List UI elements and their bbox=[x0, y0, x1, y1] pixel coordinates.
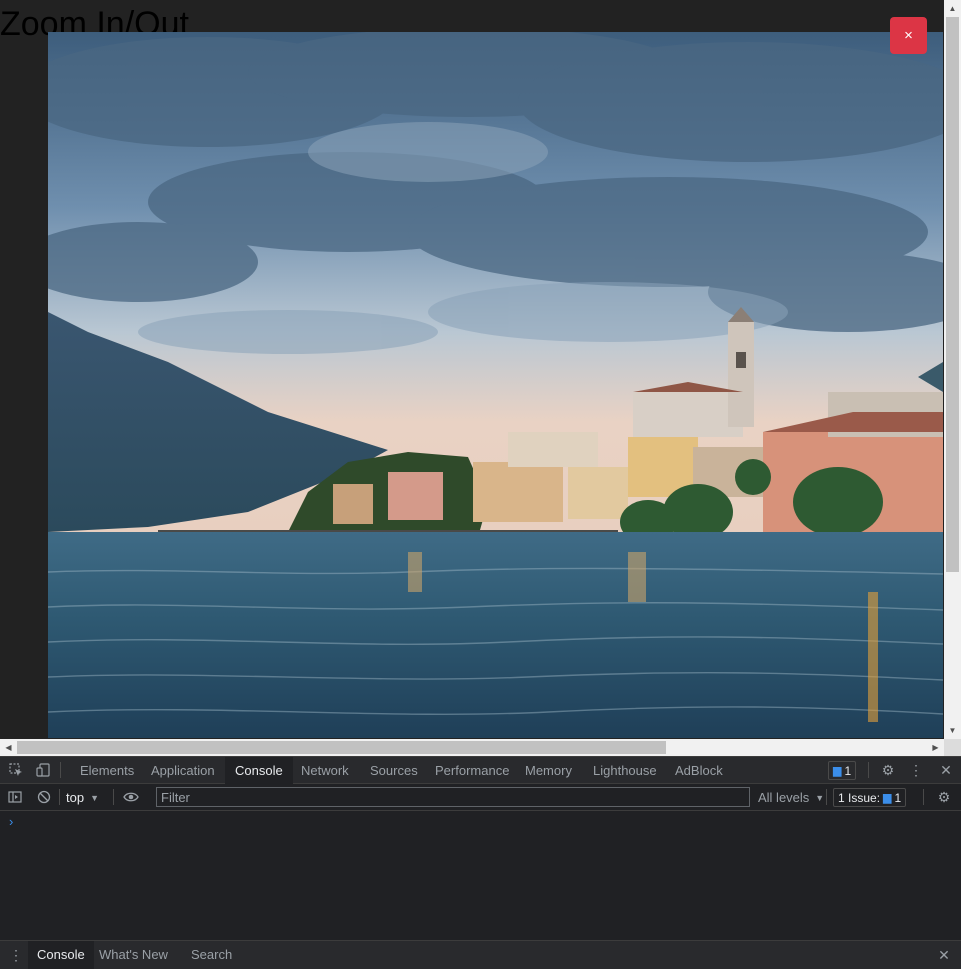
issues-badge[interactable]: 1 Issue: ▆ 1 bbox=[833, 788, 907, 807]
lake-town-photo[interactable] bbox=[48, 32, 943, 738]
context-value: top bbox=[66, 790, 85, 805]
clear-console-icon[interactable] bbox=[33, 786, 55, 808]
horizontal-scrollbar[interactable]: ◀ ▶ bbox=[0, 739, 944, 756]
message-icon: ▆ bbox=[883, 792, 892, 804]
messages-count: 1 bbox=[844, 763, 852, 778]
scroll-corner bbox=[944, 739, 961, 756]
drawer-tabbar: ⋮ Console What's New Search ✕ bbox=[0, 940, 961, 969]
issues-count: 1 bbox=[894, 790, 902, 805]
sidebar-toggle-icon[interactable] bbox=[4, 786, 26, 808]
tab-lighthouse[interactable]: Lighthouse bbox=[583, 757, 667, 784]
close-button[interactable]: × bbox=[890, 17, 927, 54]
device-toolbar-icon[interactable] bbox=[32, 759, 54, 781]
tab-network[interactable]: Network bbox=[291, 757, 359, 784]
divider bbox=[59, 789, 60, 805]
issues-label: 1 Issue: bbox=[838, 790, 881, 805]
vertical-scroll-thumb[interactable] bbox=[946, 17, 959, 572]
divider bbox=[113, 789, 114, 805]
devtools-tabbar: Elements Application Console Network Sou… bbox=[0, 756, 961, 784]
messages-badge[interactable]: ▆ 1 bbox=[828, 761, 857, 780]
chevron-down-icon: ▼ bbox=[90, 792, 99, 803]
drawer-tab-console[interactable]: Console bbox=[28, 941, 94, 969]
console-toolbar: top ▼ All levels ▼ 1 Issue: ▆ 1 ⚙ bbox=[0, 784, 961, 811]
devtools-panel: Elements Application Console Network Sou… bbox=[0, 756, 961, 969]
inspect-element-icon[interactable] bbox=[5, 759, 27, 781]
divider bbox=[826, 789, 827, 805]
message-icon: ▆ bbox=[833, 765, 842, 777]
log-levels-select[interactable]: All levels ▼ bbox=[758, 788, 824, 807]
tab-adblock[interactable]: AdBlock bbox=[665, 757, 733, 784]
console-output[interactable]: › bbox=[0, 811, 961, 941]
drawer-tab-whats-new[interactable]: What's New bbox=[90, 941, 177, 969]
divider bbox=[60, 762, 61, 778]
scroll-right-icon[interactable]: ▶ bbox=[927, 739, 944, 756]
settings-gear-icon[interactable]: ⚙ bbox=[877, 759, 899, 781]
horizontal-scroll-thumb[interactable] bbox=[17, 741, 666, 754]
vertical-scrollbar[interactable]: ▲ ▼ bbox=[944, 0, 961, 739]
context-select[interactable]: top ▼ bbox=[66, 788, 99, 807]
more-options-icon[interactable]: ⋮ bbox=[905, 759, 927, 781]
scroll-left-icon[interactable]: ◀ bbox=[0, 739, 17, 756]
divider bbox=[923, 789, 924, 805]
tab-application[interactable]: Application bbox=[141, 757, 225, 784]
console-prompt-icon: › bbox=[9, 814, 14, 829]
tab-memory[interactable]: Memory bbox=[515, 757, 582, 784]
divider bbox=[868, 762, 869, 778]
live-expression-eye-icon[interactable] bbox=[120, 786, 142, 808]
drawer-menu-icon[interactable]: ⋮ bbox=[5, 944, 27, 966]
tab-performance[interactable]: Performance bbox=[425, 757, 519, 784]
scroll-up-icon[interactable]: ▲ bbox=[944, 0, 961, 17]
close-devtools-icon[interactable]: ✕ bbox=[935, 759, 957, 781]
filter-input[interactable] bbox=[156, 787, 750, 807]
page-viewport: Zoom In/Out × ▲ ▼ ◀ ▶ bbox=[0, 0, 961, 756]
drawer-tab-search[interactable]: Search bbox=[182, 941, 241, 969]
chevron-down-icon: ▼ bbox=[815, 792, 825, 803]
scroll-down-icon[interactable]: ▼ bbox=[944, 722, 961, 739]
tab-elements[interactable]: Elements bbox=[70, 757, 144, 784]
console-settings-gear-icon[interactable]: ⚙ bbox=[933, 786, 955, 808]
levels-value: All levels bbox=[758, 790, 810, 805]
close-drawer-icon[interactable]: ✕ bbox=[933, 944, 955, 966]
tab-sources[interactable]: Sources bbox=[360, 757, 428, 784]
tab-console[interactable]: Console bbox=[225, 757, 293, 784]
